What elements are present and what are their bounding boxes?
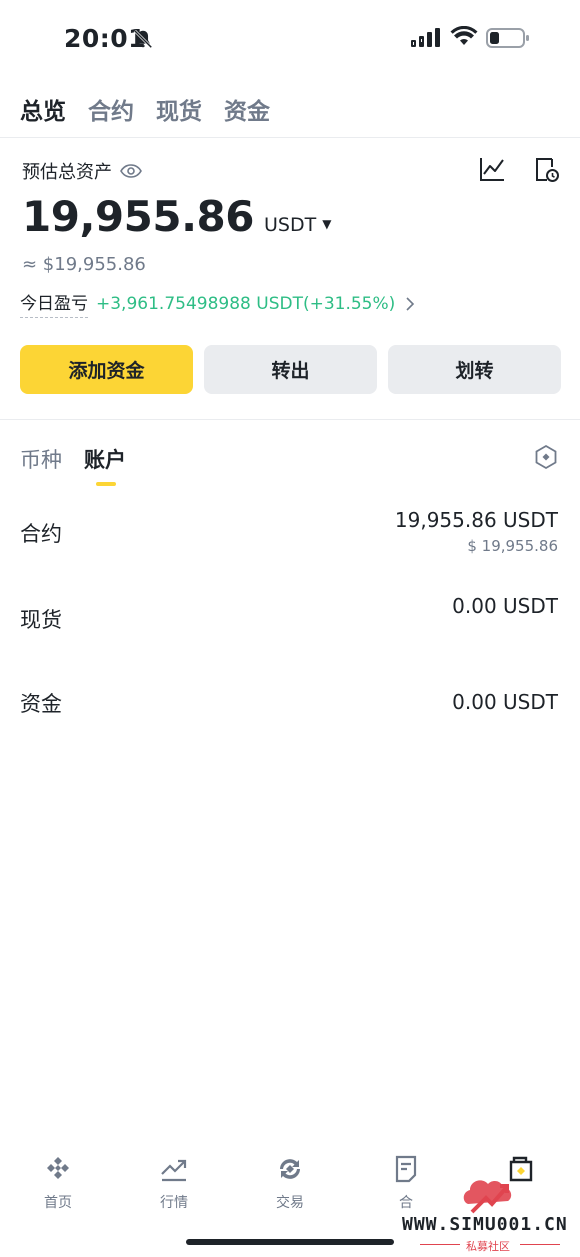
home-indicator [186,1239,394,1245]
account-row-spot[interactable]: 现货 0.00 USDT [0,592,580,652]
withdraw-button[interactable]: 转出 [204,345,377,394]
account-amount: 19,955.86 USDT [394,508,558,532]
total-balance: 19,955.86 USDT ▼ [22,192,331,241]
top-tabs: 总览 合约 现货 资金 [20,92,270,126]
divider [0,137,580,138]
history-icon[interactable] [532,155,560,183]
nav-trade[interactable]: 交易 [240,1150,340,1212]
watermark-site: WWW.SIMU001.CN [402,1214,568,1235]
eye-icon[interactable] [120,163,142,179]
tab-coins[interactable]: 币种 [20,444,62,474]
account-amount: 0.00 USDT [452,594,558,618]
balance-value: 19,955.86 [22,192,254,241]
wifi-icon [450,26,478,45]
cellular-signal-icon [411,28,440,47]
estimated-assets-header: 预估总资产 [22,158,142,184]
market-trend-icon [161,1159,187,1182]
account-usd-value: $ 19,955.86 [467,537,558,555]
line-chart-icon[interactable] [478,155,506,183]
sub-tabs: 币种 账户 [20,444,126,486]
today-pnl-row[interactable]: 今日盈亏 +3,961.75498988 USDT(+31.55%) [20,289,415,318]
account-row-funding[interactable]: 资金 0.00 USDT [0,688,580,728]
tab-spot[interactable]: 现货 [156,92,202,126]
account-name: 现货 [20,608,62,632]
binance-logo-icon [47,1157,69,1179]
chevron-right-icon[interactable] [405,296,415,311]
add-funds-button[interactable]: 添加资金 [20,345,193,394]
status-bar: 20:01 [0,0,580,80]
nav-markets[interactable]: 行情 [124,1150,224,1212]
watermark-subtitle: 私募社区 [466,1240,510,1253]
tab-overview[interactable]: 总览 [20,92,66,126]
watermark: WWW.SIMU001.CN 私募社区 [400,1170,580,1257]
watermark-logo-icon [463,1180,512,1214]
transfer-button[interactable]: 划转 [388,345,561,394]
nav-label: 行情 [160,1195,188,1211]
account-name: 合约 [20,522,62,546]
nav-label: 交易 [276,1195,304,1211]
estimated-assets-label: 预估总资产 [22,162,112,183]
bell-muted-icon [133,29,153,49]
caret-down-icon: ▼ [322,217,332,231]
divider [0,419,580,420]
nav-home[interactable]: 首页 [8,1150,108,1212]
account-name: 资金 [20,692,62,716]
account-amount: 0.00 USDT [452,690,558,714]
watermark-line-right [520,1244,560,1245]
action-buttons: 添加资金 转出 划转 [20,345,561,394]
nav-label: 首页 [44,1195,72,1211]
trade-exchange-icon [280,1159,300,1179]
watermark-line-left [420,1244,460,1245]
battery-icon [486,28,529,48]
approx-usd-value: ≈ $19,955.86 [22,254,146,275]
tab-accounts[interactable]: 账户 [84,444,126,486]
account-row-futures[interactable]: 合约 19,955.86 USDT $ 19,955.86 [0,505,580,565]
settings-hexagon-icon[interactable] [533,444,559,470]
tab-funding[interactable]: 资金 [224,92,270,126]
balance-unit: USDT [263,214,317,236]
today-pnl-value: +3,961.75498988 USDT(+31.55%) [96,293,396,314]
tab-futures[interactable]: 合约 [88,92,134,126]
today-pnl-label[interactable]: 今日盈亏 [20,289,88,318]
balance-unit-selector[interactable]: USDT ▼ [264,214,331,236]
